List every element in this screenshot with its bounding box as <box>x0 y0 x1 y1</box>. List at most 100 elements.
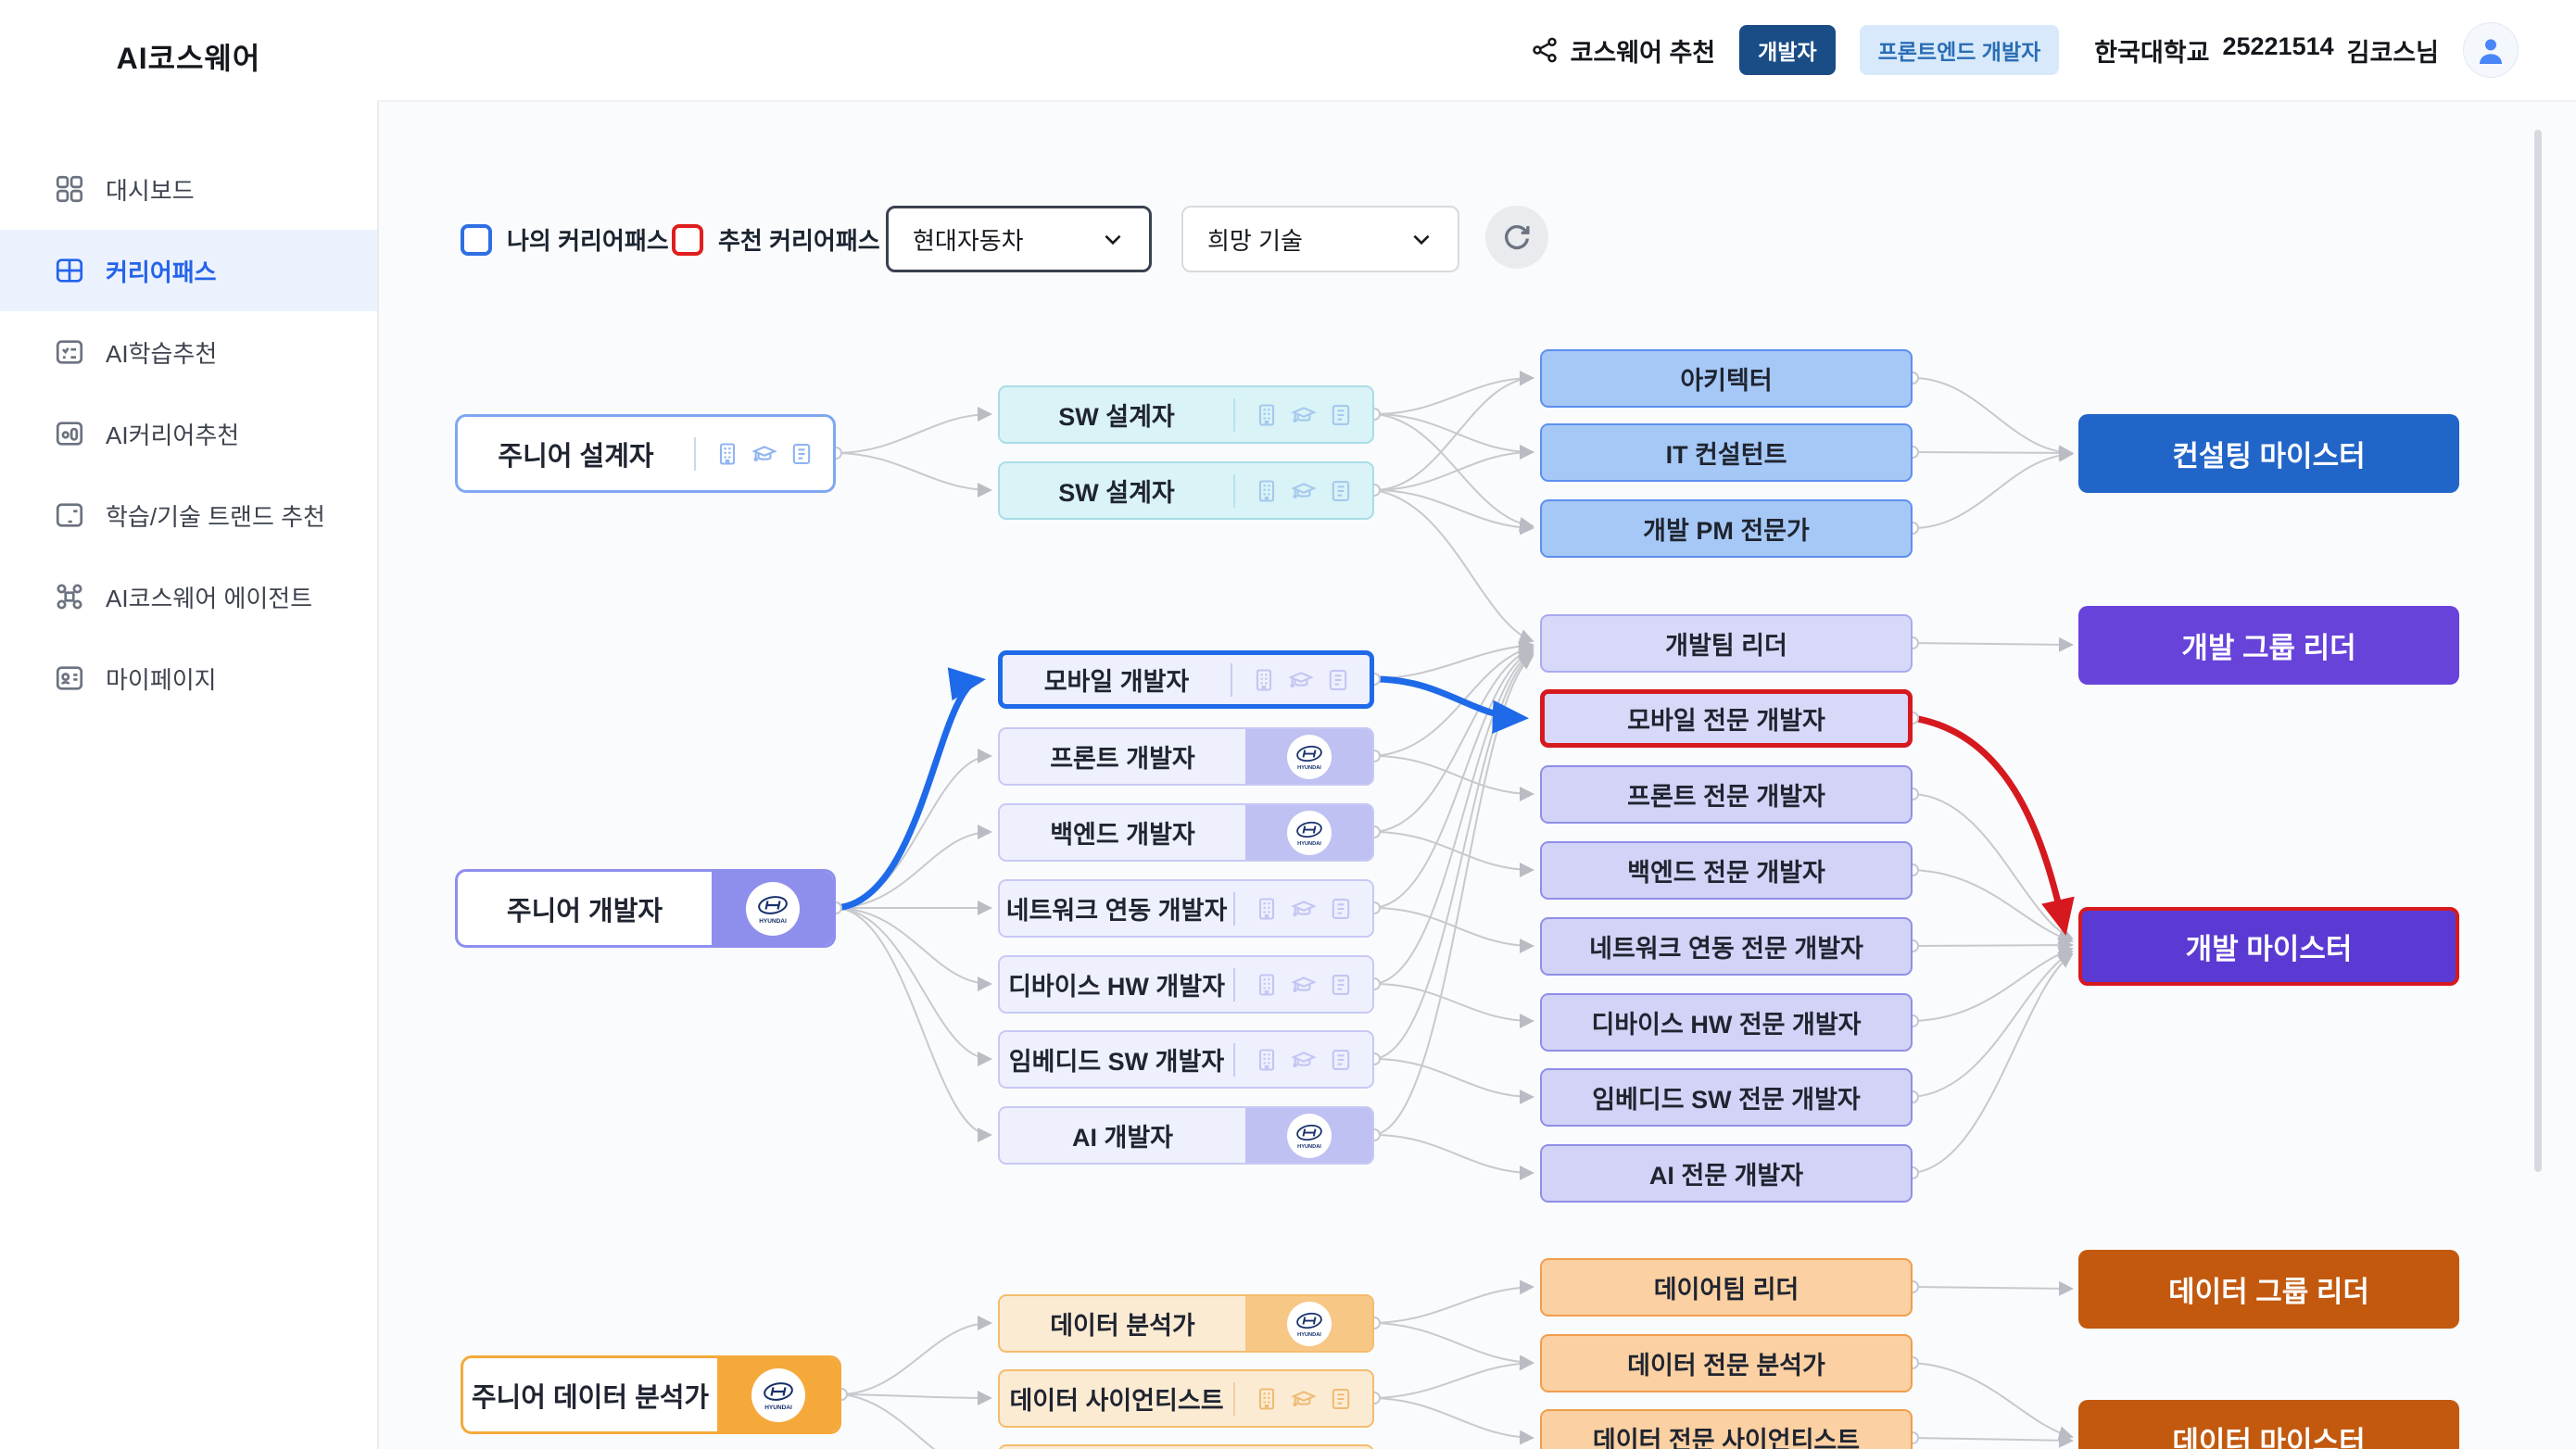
node-network-integration-expert-developer[interactable]: 네트워크 연동 전문 개발자 <box>1540 917 1913 976</box>
building-icon <box>1254 478 1280 504</box>
node-label: 디바이스 HW 전문 개발자 <box>1542 1004 1911 1040</box>
node-embedded-sw-expert-developer[interactable]: 임베디드 SW 전문 개발자 <box>1540 1068 1913 1127</box>
node-data-expert-scientist[interactable]: 데이터 전문 사이언티스트 <box>1540 1409 1913 1449</box>
node-label: 개발 PM 전문가 <box>1542 510 1911 547</box>
graduation-cap-icon <box>1291 896 1317 922</box>
node-network-integration-developer[interactable]: 네트워크 연동 개발자 <box>998 879 1374 938</box>
node-label: 컨설팅 마이스터 <box>2078 433 2459 474</box>
node-label: 데이터 마이스터 <box>2078 1418 2459 1449</box>
sidebar-item-ai-learning[interactable]: AI학습추천 <box>0 311 377 393</box>
header: 코스웨어 추천 개발자 프론트엔드 개발자 한국대학교 25221514 김코스… <box>377 0 2576 102</box>
node-label: 주니어 데이터 분석가 <box>463 1376 717 1415</box>
node-junior-designer[interactable]: 주니어 설계자 <box>455 414 836 493</box>
avatar[interactable] <box>2463 22 2519 78</box>
node-label: 개발팀 리더 <box>1542 625 1911 662</box>
node-backend-developer[interactable]: 백엔드 개발자 HYUNDAI <box>998 803 1374 862</box>
certificate-icon <box>1328 1047 1354 1073</box>
hyundai-logo-icon: HYUNDAI <box>751 1368 805 1422</box>
sidebar-item-label: 커리어패스 <box>106 254 217 288</box>
node-label: 프론트 전문 개발자 <box>1542 776 1911 813</box>
node-label: 데이터 전문 사이언티스트 <box>1542 1420 1911 1449</box>
node-label: 임베디드 SW 개발자 <box>1000 1041 1233 1077</box>
node-data-team-leader[interactable]: 데이어팀 리더 <box>1540 1258 1913 1317</box>
node-dev-team-leader[interactable]: 개발팀 리더 <box>1540 614 1913 673</box>
node-dev-meister[interactable]: 개발 마이스터 <box>2078 907 2459 986</box>
node-data-expert-analyst[interactable]: 데이터 전문 분석가 <box>1540 1334 1913 1392</box>
node-frontend-developer[interactable]: 프론트 개발자 HYUNDAI <box>998 727 1374 786</box>
certificate-icon <box>1328 972 1354 998</box>
sidebar-item-dashboard[interactable]: 대시보드 <box>0 148 377 230</box>
agent-icon <box>54 581 85 612</box>
sidebar-item-careerpath[interactable]: 커리어패스 <box>0 230 377 311</box>
sidebar-menu: 대시보드 커리어패스 AI학습추천 AI커리어추천 <box>0 148 377 719</box>
graduation-cap-icon <box>751 441 777 467</box>
node-backend-expert-developer[interactable]: 백엔드 전문 개발자 <box>1540 841 1913 900</box>
node-dev-group-leader[interactable]: 개발 그룹 리더 <box>2078 606 2459 685</box>
node-embedded-sw-developer[interactable]: 임베디드 SW 개발자 <box>998 1030 1374 1089</box>
svg-text:HYUNDAI: HYUNDAI <box>1297 1144 1321 1150</box>
certificate-icon <box>1325 667 1351 693</box>
sidebar-item-trend[interactable]: 학습/기술 트랜드 추천 <box>0 474 377 556</box>
courseware-recommend-button[interactable]: 코스웨어 추천 <box>1530 32 1716 69</box>
app-title: AI코스웨어 <box>0 35 377 78</box>
node-sw-designer-1[interactable]: SW 설계자 <box>998 385 1374 444</box>
hyundai-logo-icon: HYUNDAI <box>1287 1302 1332 1346</box>
node-junior-data-analyst[interactable]: 주니어 데이터 분석가 HYUNDAI <box>461 1355 841 1434</box>
flow-edges <box>377 102 2576 1449</box>
node-ai-developer[interactable]: AI 개발자 HYUNDAI <box>998 1106 1374 1165</box>
graduation-cap-icon <box>1291 972 1317 998</box>
node-sw-designer-2[interactable]: SW 설계자 <box>998 461 1374 520</box>
user-school: 한국대학교 <box>2094 32 2209 69</box>
hyundai-logo-icon: HYUNDAI <box>1287 811 1332 855</box>
node-device-hw-expert-developer[interactable]: 디바이스 HW 전문 개발자 <box>1540 993 1913 1052</box>
node-architect[interactable]: 아키텍터 <box>1540 349 1913 408</box>
node-mobile-expert-developer[interactable]: 모바일 전문 개발자 <box>1540 689 1913 748</box>
node-partial-bottom <box>998 1444 1374 1449</box>
node-label: AI 전문 개발자 <box>1542 1155 1911 1191</box>
sidebar-item-label: AI코스웨어 에이전트 <box>106 580 312 614</box>
certificate-icon <box>1328 1386 1354 1412</box>
node-label: 네트워크 연동 전문 개발자 <box>1542 928 1911 964</box>
node-data-scientist[interactable]: 데이터 사이언티스트 <box>998 1369 1374 1428</box>
node-it-consultant[interactable]: IT 컨설턴트 <box>1540 423 1913 482</box>
node-label: 데이터 분석가 <box>1000 1305 1245 1342</box>
node-frontend-expert-developer[interactable]: 프론트 전문 개발자 <box>1540 765 1913 824</box>
career-path-canvas: 나의 커리어패스 추천 커리어패스 현대자동차 희망 기술 <box>377 102 2576 1449</box>
building-icon <box>1254 402 1280 428</box>
node-label: AI 개발자 <box>1000 1117 1245 1153</box>
node-label: 데이터 전문 분석가 <box>1542 1345 1911 1381</box>
sidebar-item-label: AI학습추천 <box>106 335 217 370</box>
node-label: IT 컨설턴트 <box>1542 435 1911 471</box>
hyundai-logo-icon: HYUNDAI <box>1287 735 1332 779</box>
graduation-cap-icon <box>1291 1047 1317 1073</box>
node-label: SW 설계자 <box>1000 397 1233 433</box>
node-data-analyst[interactable]: 데이터 분석가 HYUNDAI <box>998 1294 1374 1353</box>
building-icon <box>1254 1047 1280 1073</box>
svg-text:HYUNDAI: HYUNDAI <box>1297 765 1321 771</box>
sidebar-item-ai-career[interactable]: AI커리어추천 <box>0 393 377 474</box>
graduation-cap-icon <box>1291 1386 1317 1412</box>
user-info: 한국대학교 25221514 김코스님 <box>2094 32 2439 69</box>
node-mobile-developer[interactable]: 모바일 개발자 <box>998 650 1374 709</box>
app-root: AI코스웨어 대시보드 커리어패스 AI학습추천 <box>0 0 2576 1449</box>
node-data-group-leader[interactable]: 데이터 그룹 리더 <box>2078 1250 2459 1329</box>
courseware-recommend-label: 코스웨어 추천 <box>1571 32 1716 69</box>
ai-learning-icon <box>54 336 85 368</box>
node-data-meister[interactable]: 데이터 마이스터 <box>2078 1400 2459 1449</box>
node-device-hw-developer[interactable]: 디바이스 HW 개발자 <box>998 955 1374 1014</box>
node-consulting-meister[interactable]: 컨설팅 마이스터 <box>2078 414 2459 493</box>
role-badge-frontend: 프론트엔드 개발자 <box>1860 25 2060 75</box>
hyundai-logo-icon: HYUNDAI <box>1287 1114 1332 1158</box>
node-junior-developer[interactable]: 주니어 개발자 HYUNDAI <box>455 869 836 948</box>
svg-text:HYUNDAI: HYUNDAI <box>1297 841 1321 847</box>
career-path-icon <box>54 255 85 286</box>
node-dev-pm-expert[interactable]: 개발 PM 전문가 <box>1540 499 1913 558</box>
vertical-scrollbar[interactable] <box>2534 130 2542 1172</box>
node-ai-expert-developer[interactable]: AI 전문 개발자 <box>1540 1144 1913 1203</box>
node-label: 개발 마이스터 <box>2082 926 2456 967</box>
node-label: 임베디드 SW 전문 개발자 <box>1542 1079 1911 1115</box>
sidebar: AI코스웨어 대시보드 커리어패스 AI학습추천 <box>0 0 379 1449</box>
sidebar-item-mypage[interactable]: 마이페이지 <box>0 637 377 719</box>
sidebar-item-agent[interactable]: AI코스웨어 에이전트 <box>0 556 377 637</box>
person-icon <box>2472 32 2509 69</box>
